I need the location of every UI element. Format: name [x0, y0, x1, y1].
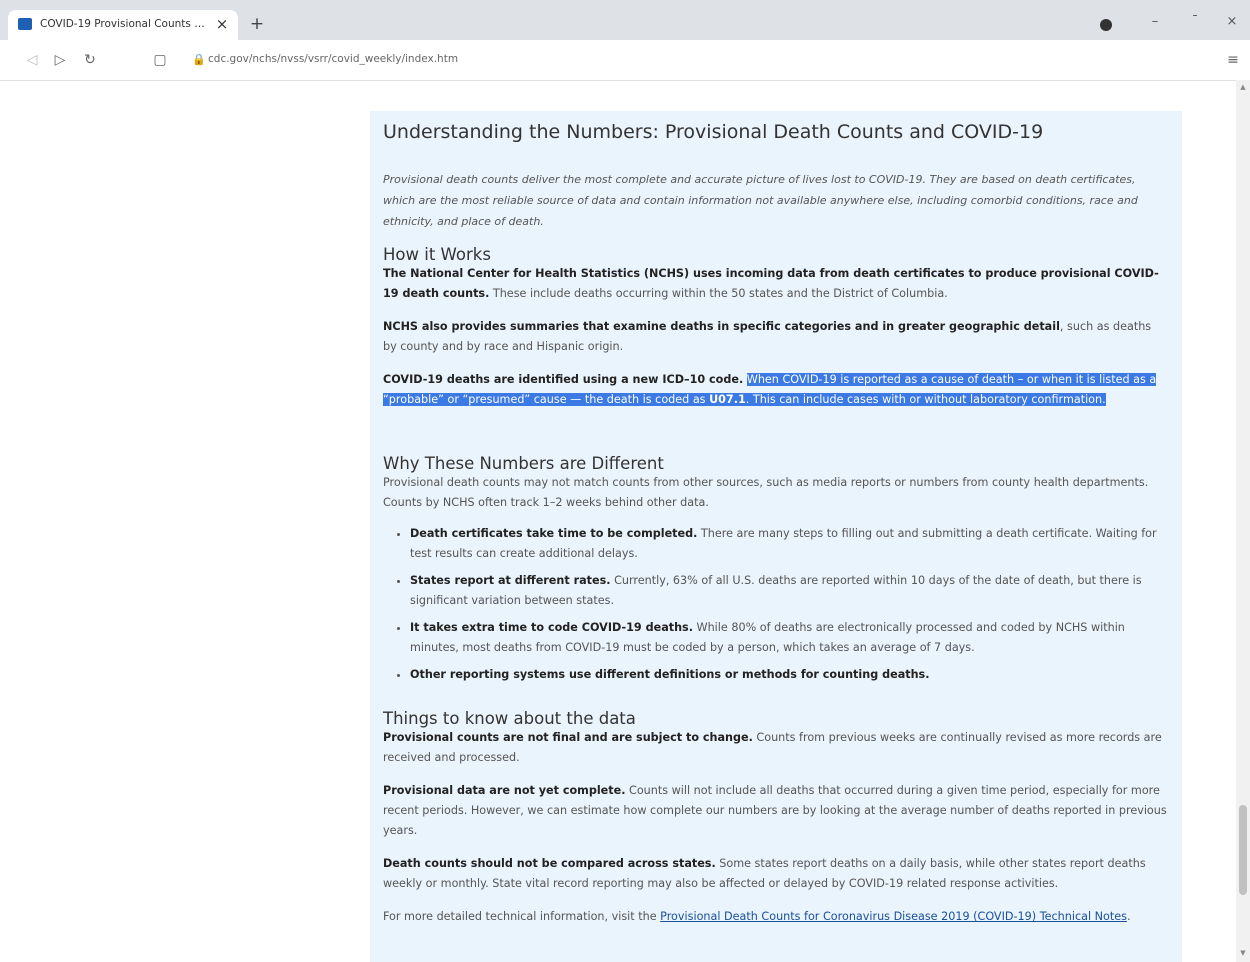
reload-icon[interactable]: ↻: [80, 50, 100, 70]
how-it-works-p3: COVID-19 deaths are identified using a n…: [383, 373, 1157, 406]
window-close-icon[interactable]: ×: [1222, 12, 1242, 32]
how-it-works-p1: The National Center for Health Statistic…: [383, 267, 1159, 300]
browser-tab[interactable]: COVID-19 Provisional Counts - W ×: [8, 10, 238, 40]
list-item: States report at different rates. Curren…: [410, 571, 1168, 611]
browser-toolbar: ◁ ▷ ↻ ▢ 🔒 cdc.gov/nchs/nvss/vsrr/covid_w…: [0, 40, 1250, 81]
tab-close-icon[interactable]: ×: [213, 15, 231, 33]
account-icon[interactable]: [1100, 19, 1112, 31]
list-item: It takes extra time to code COVID-19 dea…: [410, 618, 1168, 658]
scroll-down-icon[interactable]: ▼: [1236, 946, 1250, 960]
technical-notes-link[interactable]: Provisional Death Counts for Coronavirus…: [660, 910, 1127, 923]
vertical-scrollbar[interactable]: ▲ ▼: [1236, 80, 1250, 962]
how-it-works-section: How it Works The National Center for Hea…: [383, 245, 1168, 410]
things-p1: Provisional counts are not final and are…: [383, 731, 1162, 764]
how-it-works-p2: NCHS also provides summaries that examin…: [383, 320, 1152, 353]
things-to-know-section: Things to know about the data Provisiona…: [383, 709, 1168, 927]
why-different-list: Death certificates take time to be compl…: [383, 524, 1168, 685]
forward-icon[interactable]: ▷: [50, 50, 70, 70]
minimize-icon[interactable]: –: [1145, 12, 1165, 32]
how-it-works-heading: How it Works: [383, 245, 491, 264]
list-item: Death certificates take time to be compl…: [410, 524, 1168, 564]
new-tab-icon[interactable]: +: [248, 15, 266, 33]
things-p2: Provisional data are not yet complete. C…: [383, 784, 1167, 837]
understanding-numbers-card: Understanding the Numbers: Provisional D…: [370, 111, 1182, 962]
page-icon[interactable]: ▢: [150, 50, 170, 70]
lock-icon: 🔒: [192, 53, 206, 66]
scroll-thumb[interactable]: [1239, 805, 1247, 895]
things-to-know-heading: Things to know about the data: [383, 709, 636, 728]
tab-strip: COVID-19 Provisional Counts - W × + – ¯ …: [0, 0, 1250, 40]
url-text[interactable]: cdc.gov/nchs/nvss/vsrr/covid_weekly/inde…: [208, 53, 458, 65]
why-different-intro: Provisional death counts may not match c…: [383, 476, 1149, 509]
tab-title: COVID-19 Provisional Counts - W: [40, 18, 205, 30]
why-different-heading: Why These Numbers are Different: [383, 454, 664, 473]
browser-window: COVID-19 Provisional Counts - W × + – ¯ …: [0, 0, 1250, 962]
things-p4: For more detailed technical information,…: [383, 910, 1131, 923]
things-p3: Death counts should not be compared acro…: [383, 857, 1146, 890]
intro-text: Provisional death counts deliver the mos…: [383, 173, 1138, 228]
page-viewport: Understanding the Numbers: Provisional D…: [0, 81, 1236, 962]
card-title: Understanding the Numbers: Provisional D…: [383, 121, 1044, 143]
address-bar[interactable]: 🔒 cdc.gov/nchs/nvss/vsrr/covid_weekly/in…: [180, 46, 1082, 74]
scroll-up-icon[interactable]: ▲: [1236, 80, 1250, 94]
maximize-icon[interactable]: ¯: [1185, 12, 1205, 32]
favicon-icon: [18, 18, 32, 30]
menu-icon[interactable]: ≡: [1225, 50, 1241, 70]
back-icon[interactable]: ◁: [22, 50, 42, 70]
why-different-section: Why These Numbers are Different Provisio…: [383, 454, 1168, 692]
list-item: Other reporting systems use different de…: [410, 665, 1168, 685]
